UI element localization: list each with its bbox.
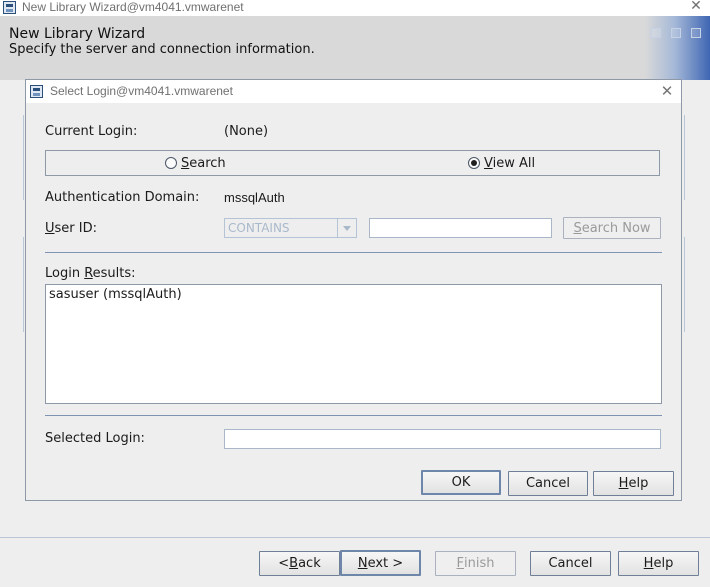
decorative-square-icon [691, 28, 701, 38]
outer-close-icon[interactable]: ✕ [688, 0, 704, 14]
dialog-help-button[interactable]: Help [593, 471, 674, 496]
dialog-help-mnemonic: H [618, 476, 629, 491]
background-group-border [684, 237, 685, 332]
search-now-button[interactable]: Search Now [563, 217, 661, 239]
user-id-operator-value: CONTAINS [228, 221, 290, 235]
list-item[interactable]: sasuser (mssqlAuth) [49, 287, 182, 302]
search-mode-radio-group: Search View All [45, 150, 660, 176]
wizard-help-button-mnemonic: H [643, 556, 654, 571]
next-button[interactable]: Next > [340, 550, 421, 576]
dialog-help-label-suffix: elp [628, 476, 649, 491]
back-button[interactable]: < Back [259, 551, 340, 576]
wizard-cancel-button[interactable]: Cancel [530, 551, 611, 576]
decorative-square-icon [651, 28, 661, 38]
next-button-label-suffix: ext > [367, 555, 404, 571]
search-now-mnemonic: S [573, 220, 582, 236]
wizard-header-graphic [645, 16, 710, 80]
dialog-close-icon[interactable]: ✕ [658, 82, 676, 100]
finish-button-mnemonic: F [456, 556, 464, 571]
select-login-dialog: Select Login@vm4041.vmwarenet ✕ Current … [25, 79, 682, 501]
back-button-mnemonic: B [289, 556, 299, 571]
finish-button-label-suffix: inish [464, 556, 495, 571]
user-id-operator-dropdown[interactable]: CONTAINS [224, 218, 357, 238]
user-id-label-suffix: ser ID: [54, 221, 97, 236]
view-all-radio-icon[interactable] [468, 157, 480, 169]
current-login-label: Current Login: [45, 124, 138, 139]
ok-button[interactable]: OK [421, 470, 501, 495]
finish-button[interactable]: Finish [435, 551, 516, 576]
app-window-icon [3, 1, 16, 14]
authentication-domain-label: Authentication Domain: [45, 190, 200, 205]
section-separator [45, 252, 662, 253]
back-button-label-prefix: < [278, 556, 290, 571]
current-login-value: (None) [224, 124, 269, 139]
user-id-input[interactable] [369, 218, 552, 238]
authentication-domain-value: mssqlAuth [224, 190, 285, 205]
wizard-header-subtitle: Specify the server and connection inform… [9, 42, 315, 57]
login-results-list[interactable]: sasuser (mssqlAuth) [45, 284, 662, 404]
background-group-border [23, 237, 24, 332]
login-results-label-suffix: esults: [92, 266, 136, 281]
user-id-label-mnemonic: U [45, 221, 55, 236]
search-radio-label-suffix: earch [189, 156, 226, 171]
next-button-mnemonic: N [357, 555, 368, 571]
search-radio-icon[interactable] [165, 157, 177, 169]
login-results-mnemonic: R [84, 266, 93, 281]
selected-login-field[interactable] [224, 429, 661, 449]
background-group-border [23, 115, 24, 200]
wizard-help-button[interactable]: Help [618, 551, 699, 576]
view-all-radio-mnemonic: V [484, 156, 493, 171]
search-radio-label: Search [181, 156, 226, 171]
outer-window-title: New Library Wizard@vm4041.vmwarenet [22, 0, 244, 14]
chevron-down-icon[interactable] [337, 219, 356, 237]
selected-login-label: Selected Login: [45, 431, 145, 446]
section-separator [45, 415, 662, 416]
decorative-square-icon [671, 28, 681, 38]
wizard-header-title: New Library Wizard [9, 26, 146, 42]
wizard-button-separator [0, 537, 710, 538]
view-all-radio-label: View All [484, 156, 535, 171]
login-results-label: Login Results: [45, 266, 136, 281]
dialog-window-icon [30, 85, 43, 98]
user-id-label: User ID: [45, 221, 97, 236]
background-group-border [684, 115, 685, 200]
dialog-cancel-button[interactable]: Cancel [508, 471, 588, 496]
search-now-label-suffix: earch Now [581, 220, 651, 236]
login-results-label-prefix: Login [45, 266, 85, 281]
view-all-radio-label-suffix: iew All [492, 156, 536, 171]
back-button-label-suffix: ack [298, 556, 321, 571]
wizard-help-button-label-suffix: elp [653, 556, 674, 571]
dialog-title: Select Login@vm4041.vmwarenet [50, 84, 233, 98]
